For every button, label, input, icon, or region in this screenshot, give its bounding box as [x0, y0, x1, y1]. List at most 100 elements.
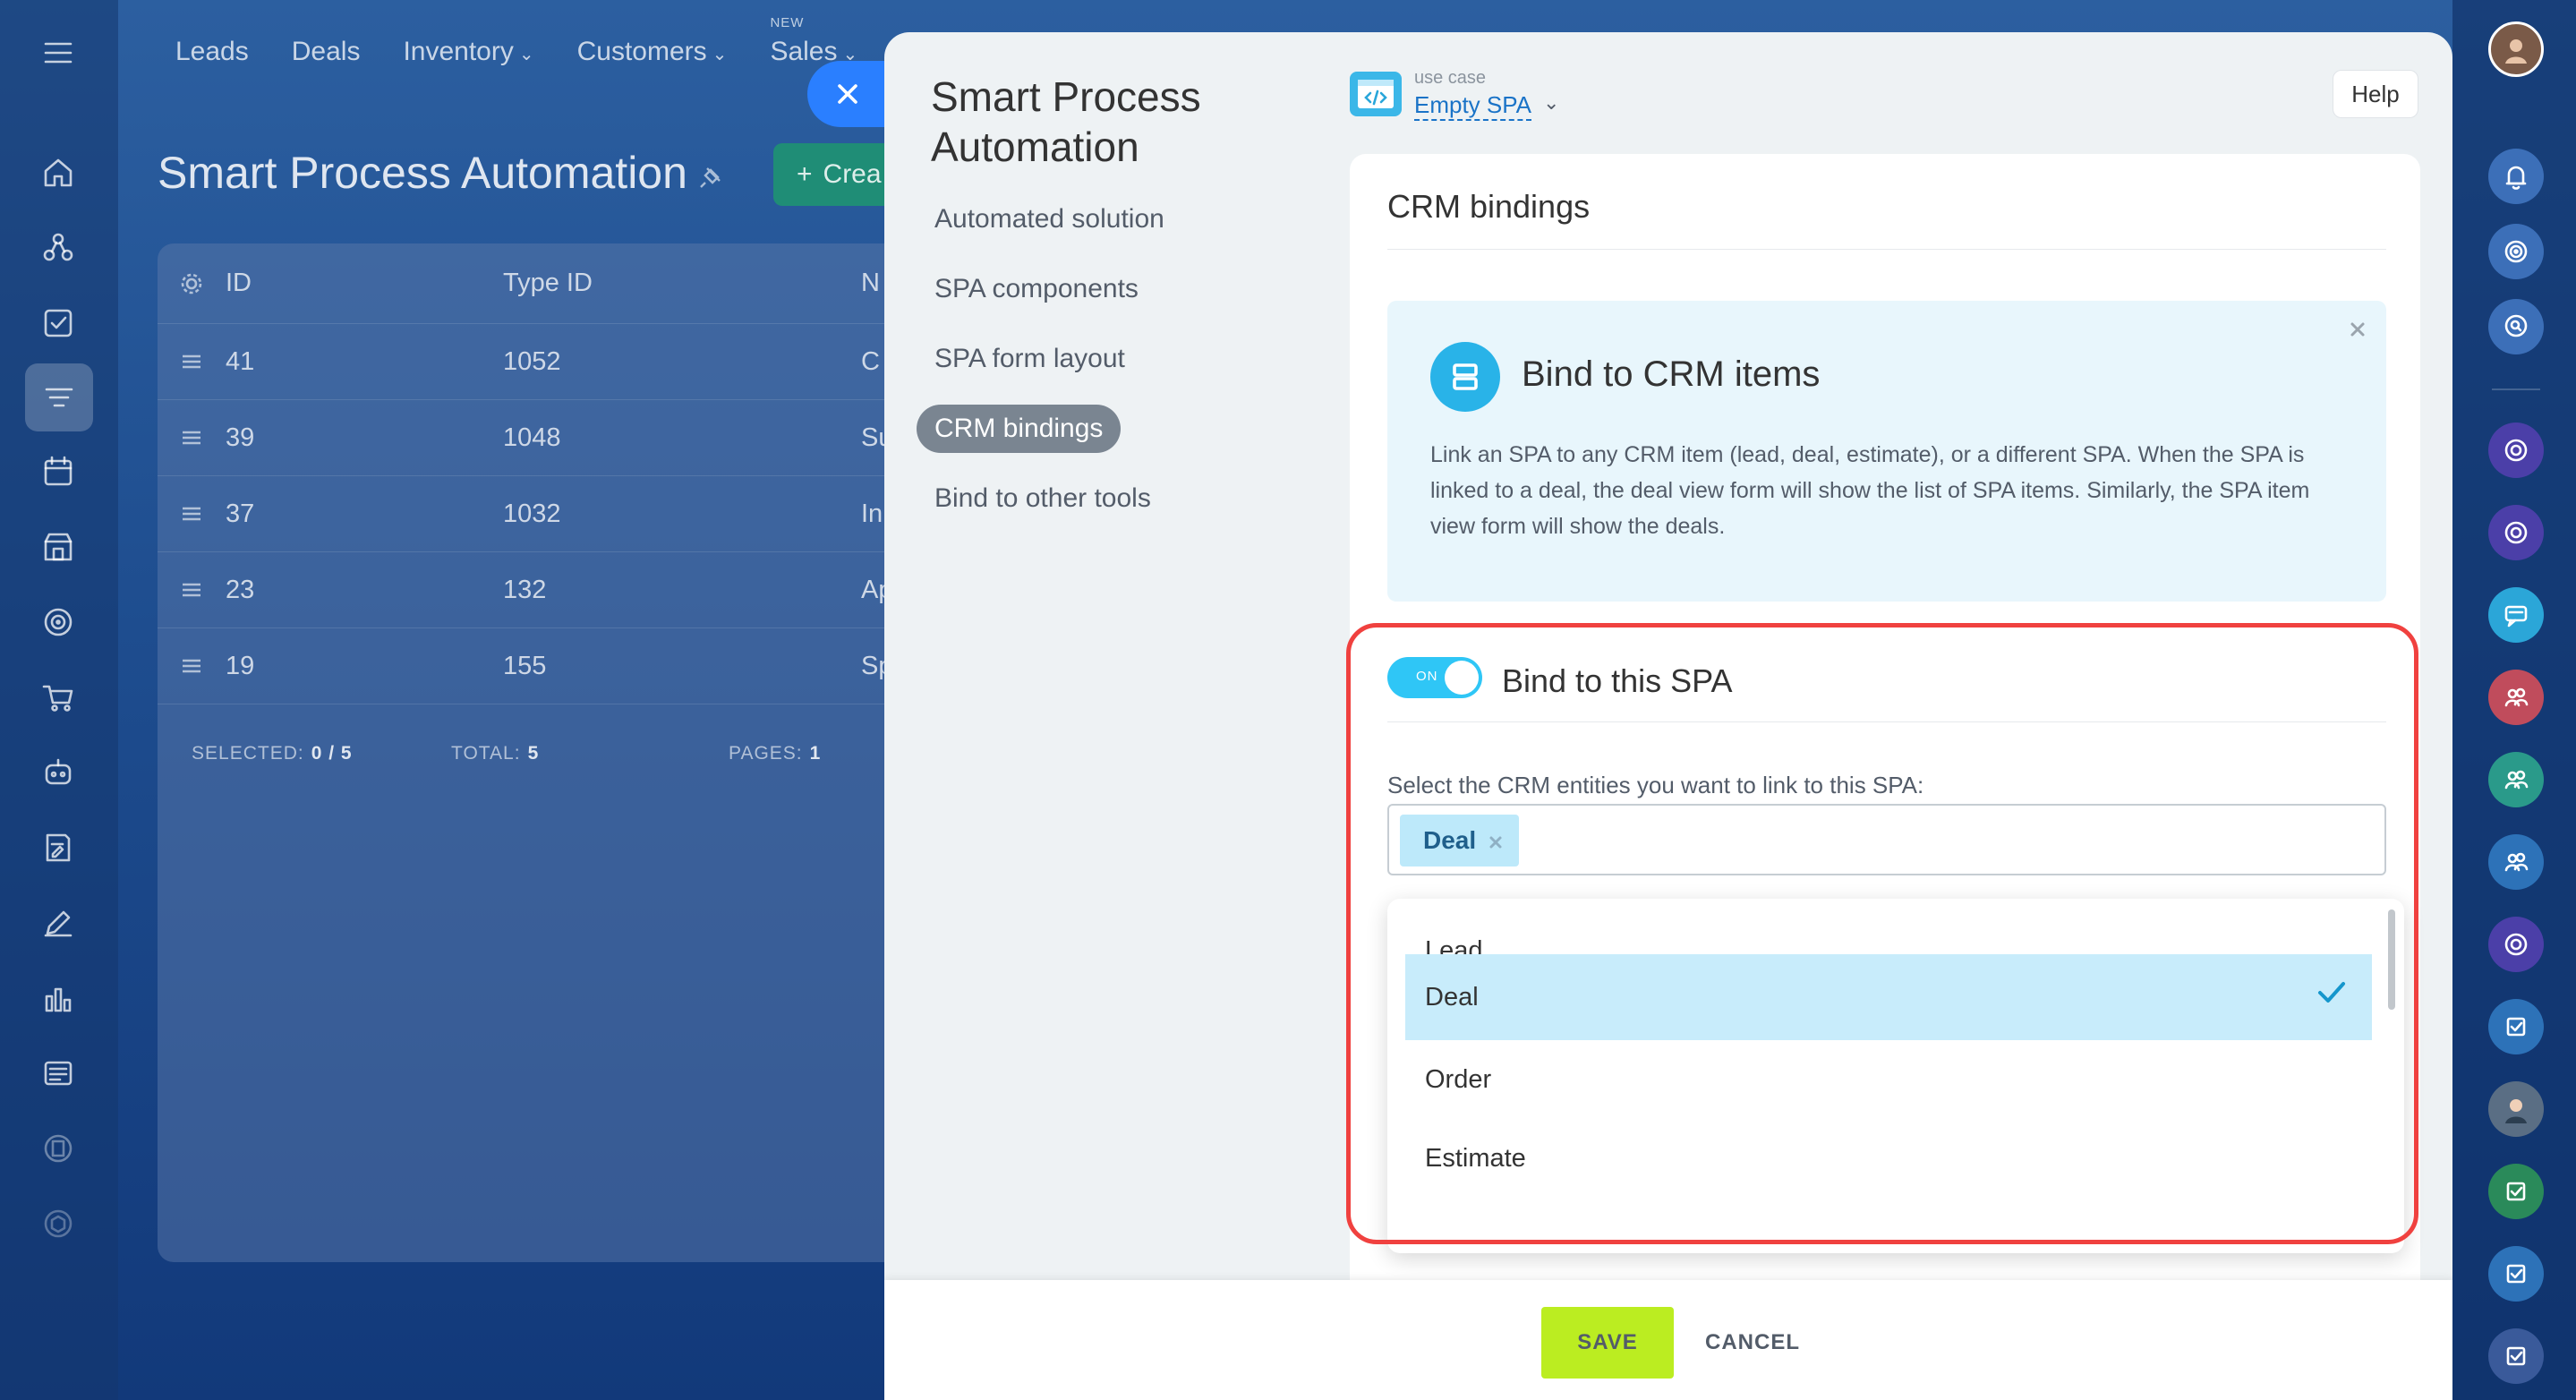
divider [1387, 721, 2386, 722]
spa-settings-slider: Smart Process Automation Automated solut… [884, 32, 2452, 1400]
robot-icon[interactable] [32, 747, 84, 798]
calendar-icon[interactable] [32, 446, 84, 498]
sign-icon[interactable] [32, 822, 84, 874]
chevron-down-icon: ⌄ [518, 45, 534, 64]
docs-icon[interactable] [32, 1123, 84, 1174]
drag-handle-icon[interactable] [158, 349, 226, 374]
group-icon[interactable] [2488, 752, 2544, 807]
group-icon[interactable] [2488, 670, 2544, 725]
section-title: CRM bindings [1387, 188, 1591, 225]
bind-title: Bind to this SPA [1502, 662, 1733, 699]
table-header: ID Type ID N [158, 243, 900, 324]
selected-tag[interactable]: Deal [1400, 815, 1520, 866]
column-header-type-id[interactable]: Type ID [503, 269, 861, 298]
help-button[interactable]: Help [2333, 70, 2418, 118]
table-row[interactable]: 41 1052 C [158, 324, 900, 400]
tasks-icon[interactable] [32, 297, 84, 349]
task-icon[interactable] [2488, 999, 2544, 1054]
spiral-icon[interactable] [2488, 224, 2544, 279]
option-deal[interactable]: Deal [1405, 954, 2372, 1040]
bind-items-icon [1430, 342, 1500, 412]
store-icon[interactable] [32, 521, 84, 573]
drag-handle-icon[interactable] [158, 653, 226, 679]
select-label: Select the CRM entities you want to link… [1387, 772, 1924, 798]
save-button[interactable]: SAVE [1541, 1307, 1674, 1379]
nav-inventory[interactable]: Inventory ⌄ [403, 37, 533, 67]
slider-footer: SAVE CANCEL [884, 1280, 2452, 1400]
bell-icon[interactable] [2488, 149, 2544, 204]
scrollbar[interactable] [2388, 909, 2395, 1010]
page-title: Smart Process Automation [158, 148, 687, 198]
crm-bindings-panel: CRM bindings Bind to CRM items Link an S… [1350, 154, 2420, 1318]
option-order[interactable]: Order [1405, 1040, 2372, 1119]
column-header-id[interactable]: ID [226, 269, 503, 298]
table-row[interactable]: 37 1032 In [158, 476, 900, 552]
entities-dropdown: Lead Deal Order Estimate [1387, 899, 2404, 1253]
chevron-down-icon[interactable]: ⌄ [1543, 91, 1559, 115]
menu-item-crm-bindings[interactable]: CRM bindings [913, 394, 1271, 464]
menu-item-spa-components[interactable]: SPA components [913, 254, 1271, 324]
menu-item-bind-to-other-tools[interactable]: Bind to other tools [913, 464, 1271, 534]
close-icon[interactable] [2349, 320, 2367, 338]
target-icon[interactable] [32, 596, 84, 648]
use-case-label: use case [1414, 68, 1487, 88]
nav-leads[interactable]: Leads [175, 37, 249, 67]
group-icon[interactable] [2488, 834, 2544, 890]
task-icon[interactable] [2488, 1246, 2544, 1302]
check-icon [2316, 979, 2347, 1006]
chevron-down-icon: ⌄ [712, 45, 728, 64]
top-navigation: Leads Deals Inventory ⌄ Customers ⌄ NEW Sal… [118, 0, 888, 104]
avatar[interactable] [2488, 21, 2544, 77]
crm-icon[interactable] [25, 363, 93, 431]
table-row[interactable]: 23 132 Ap [158, 552, 900, 628]
info-title: Bind to CRM items [1522, 354, 1821, 394]
table-footer: SELECTED: 0 / 5 TOTAL: 5 PAGES: 1 [192, 743, 822, 764]
close-slider-button[interactable] [807, 61, 888, 127]
remove-tag-icon[interactable] [1487, 829, 1505, 849]
search-chat-icon[interactable] [2488, 299, 2544, 354]
task-icon[interactable] [2488, 1328, 2544, 1384]
option-estimate[interactable]: Estimate [1405, 1119, 2372, 1198]
left-sidebar [0, 0, 118, 1400]
pin-icon[interactable] [696, 163, 725, 192]
table-row[interactable]: 39 1048 Su [158, 400, 900, 476]
use-case-selector[interactable]: Empty SPA [1414, 91, 1532, 121]
info-box: Bind to CRM items Link an SPA to any CRM… [1387, 301, 2386, 602]
bind-toggle[interactable]: ON [1387, 657, 1482, 698]
drag-handle-icon[interactable] [158, 501, 226, 526]
cart-icon[interactable] [32, 671, 84, 723]
cancel-button[interactable]: CANCEL [1699, 1307, 1806, 1379]
slider-title: Smart Process Automation [931, 73, 1201, 170]
plus-icon: + [797, 159, 813, 189]
chat-icon[interactable] [2488, 917, 2544, 972]
spa-table: ID Type ID N 41 1052 C 39 1048 Su 37 103… [158, 243, 900, 1262]
table-row[interactable]: 19 155 Sp [158, 628, 900, 704]
message-icon[interactable] [2488, 587, 2544, 643]
home-icon[interactable] [32, 147, 84, 199]
menu-icon[interactable] [32, 27, 84, 79]
crm-entities-input[interactable]: Deal [1387, 804, 2386, 875]
nav-deals[interactable]: Deals [292, 37, 361, 67]
drag-handle-icon[interactable] [158, 425, 226, 450]
toggle-knob [1445, 661, 1479, 695]
right-sidebar [2452, 0, 2576, 1400]
analytics-icon[interactable] [32, 972, 84, 1024]
task-icon[interactable] [2488, 1164, 2544, 1219]
flow-icon[interactable] [32, 222, 84, 274]
news-icon[interactable] [32, 1047, 84, 1099]
chat-icon[interactable] [2488, 505, 2544, 560]
avatar[interactable] [2488, 1081, 2544, 1137]
cube-icon[interactable] [32, 1198, 84, 1250]
menu-item-automated-solution[interactable]: Automated solution [913, 184, 1271, 254]
drag-handle-icon[interactable] [158, 577, 226, 602]
chat-icon[interactable] [2488, 423, 2544, 478]
menu-item-spa-form-layout[interactable]: SPA form layout [913, 324, 1271, 394]
pencil-icon[interactable] [32, 897, 84, 949]
settings-icon[interactable] [158, 271, 226, 296]
new-badge: NEW [770, 15, 805, 30]
code-icon [1350, 72, 1402, 116]
info-text: Link an SPA to any CRM item (lead, deal,… [1430, 442, 2310, 539]
settings-menu: Automated solution SPA components SPA fo… [913, 184, 1271, 534]
divider [2492, 388, 2540, 390]
nav-customers[interactable]: Customers ⌄ [577, 37, 728, 67]
